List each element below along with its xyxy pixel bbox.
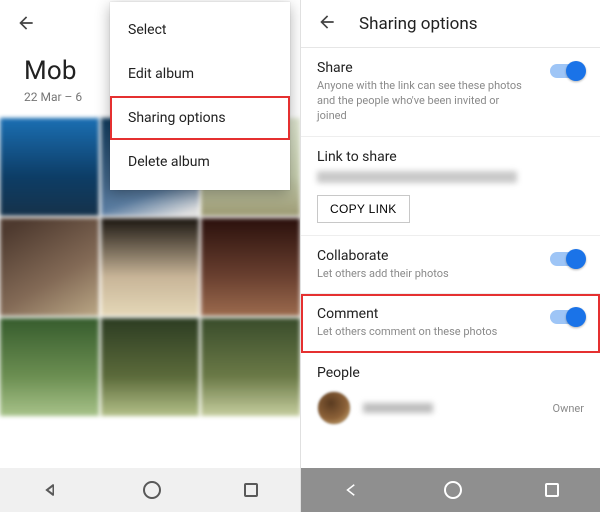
comment-label: Comment: [317, 306, 497, 322]
share-toggle[interactable]: [550, 64, 584, 78]
android-navbar: [0, 468, 300, 512]
back-button[interactable]: [12, 9, 40, 40]
people-row: Owner: [317, 391, 584, 425]
nav-back-button[interactable]: [339, 477, 365, 503]
sharing-content: Share Anyone with the link can see these…: [301, 48, 600, 468]
menu-item-delete-album[interactable]: Delete album: [110, 140, 290, 184]
avatar[interactable]: [317, 391, 351, 425]
square-icon: [545, 483, 559, 497]
photo-thumbnail[interactable]: [0, 318, 99, 416]
photo-thumbnail[interactable]: [201, 318, 300, 416]
circle-icon: [143, 481, 161, 499]
menu-item-edit-album[interactable]: Edit album: [110, 52, 290, 96]
page-title: Sharing options: [359, 14, 478, 34]
share-link-url: [317, 171, 517, 183]
album-content: Mob 22 Mar – 6 Select Edit album Sharing…: [0, 0, 300, 468]
circle-icon: [444, 481, 462, 499]
person-name: [363, 403, 433, 413]
share-section: Share Anyone with the link can see these…: [301, 48, 600, 137]
android-navbar: [301, 468, 600, 512]
nav-home-button[interactable]: [440, 477, 466, 503]
comment-section: Comment Let others comment on these phot…: [301, 294, 600, 353]
nav-home-button[interactable]: [139, 477, 165, 503]
nav-back-button[interactable]: [38, 477, 64, 503]
nav-recents-button[interactable]: [240, 479, 262, 501]
share-label: Share: [317, 60, 527, 76]
square-icon: [244, 483, 258, 497]
photo-thumbnail[interactable]: [101, 218, 200, 316]
people-label: People: [317, 365, 584, 381]
overflow-menu: Select Edit album Sharing options Delete…: [110, 2, 290, 190]
collaborate-toggle[interactable]: [550, 252, 584, 266]
photo-thumbnail[interactable]: [0, 118, 99, 216]
link-section: Link to share COPY LINK: [301, 137, 600, 236]
person-role: Owner: [553, 402, 584, 415]
nav-recents-button[interactable]: [541, 479, 563, 501]
link-label: Link to share: [317, 149, 584, 165]
comment-toggle[interactable]: [550, 310, 584, 324]
people-section: People Owner: [301, 353, 600, 437]
back-button[interactable]: [313, 8, 341, 39]
photo-thumbnail[interactable]: [201, 218, 300, 316]
album-screen: Mob 22 Mar – 6 Select Edit album Sharing…: [0, 0, 300, 512]
menu-item-select[interactable]: Select: [110, 8, 290, 52]
copy-link-button[interactable]: COPY LINK: [317, 195, 410, 223]
collaborate-label: Collaborate: [317, 248, 449, 264]
sharing-options-screen: Sharing options Share Anyone with the li…: [300, 0, 600, 512]
share-desc: Anyone with the link can see these photo…: [317, 79, 527, 124]
menu-item-sharing-options[interactable]: Sharing options: [110, 96, 290, 140]
sharing-topbar: Sharing options: [301, 0, 600, 48]
photo-thumbnail[interactable]: [0, 218, 99, 316]
back-arrow-icon: [317, 12, 337, 35]
collaborate-desc: Let others add their photos: [317, 267, 449, 282]
back-arrow-icon: [16, 13, 36, 36]
collaborate-section: Collaborate Let others add their photos: [301, 236, 600, 295]
comment-desc: Let others comment on these photos: [317, 325, 497, 340]
photo-thumbnail[interactable]: [101, 318, 200, 416]
